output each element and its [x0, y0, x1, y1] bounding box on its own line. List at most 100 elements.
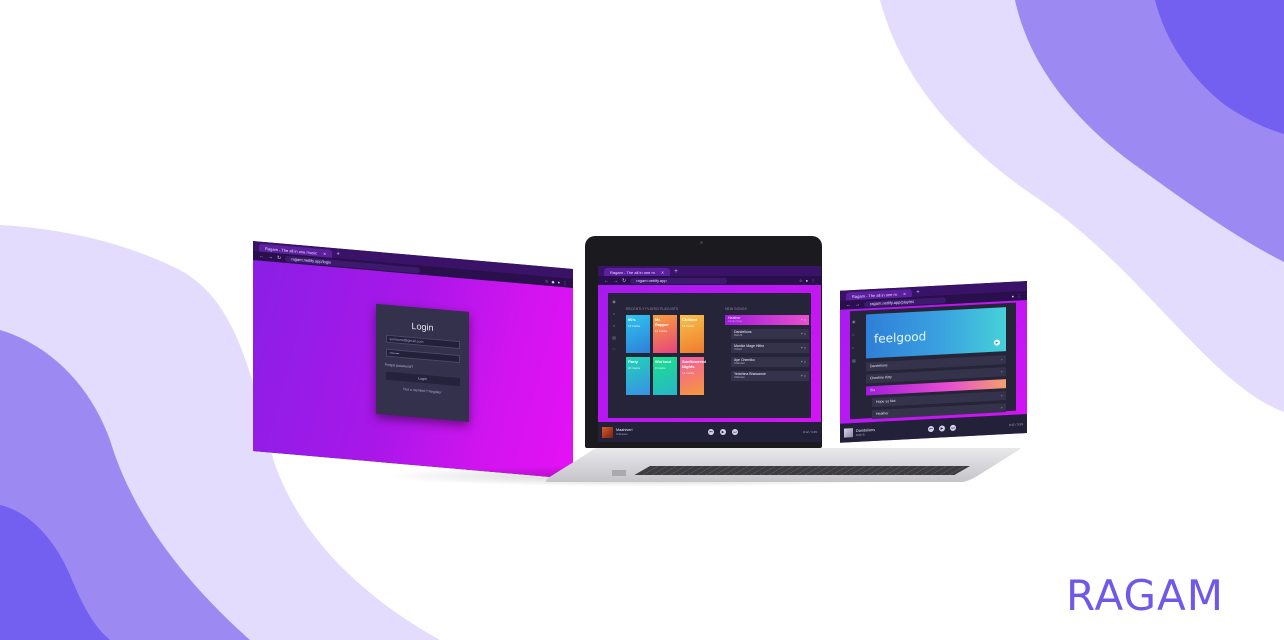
- home-icon[interactable]: ⌂: [852, 332, 856, 337]
- close-icon[interactable]: ✕: [903, 291, 906, 296]
- play-icon[interactable]: ▶: [939, 424, 945, 432]
- browser-tab-title: Ragam - The all in one m: [610, 269, 655, 275]
- laptop-port: [612, 470, 626, 476]
- library-icon[interactable]: ▤: [852, 358, 856, 363]
- close-icon[interactable]: ✕: [661, 270, 664, 275]
- song-title: Heather: [876, 411, 889, 416]
- close-icon[interactable]: ✕: [323, 251, 326, 256]
- playlist-tile[interactable]: Sunflowered Nights 14 tracks: [680, 357, 706, 395]
- profile-icon[interactable]: ●: [1012, 294, 1014, 299]
- profile-icon[interactable]: ●: [558, 280, 560, 285]
- playlist-page: ◉ ⌂ ⌕ ▤ feelgood ▶ Dandelions ⌄ Cheshire K…: [840, 300, 1027, 443]
- profile-icon[interactable]: ●: [806, 278, 808, 283]
- song-row[interactable]: Heather Conan Gray + ○: [725, 315, 809, 325]
- showcase-scene: Ragam - The all in one music ✕ + ← → ↻ r…: [0, 0, 1284, 640]
- search-icon[interactable]: ⌕: [852, 345, 856, 350]
- now-playing-artist: Ruth B.: [856, 431, 866, 437]
- url-field[interactable]: ragam.netlify.app: [630, 277, 727, 284]
- player-bar: Maahiveri Unknown ⏮ ▶ ⏭ 0:12 / 3:45: [598, 422, 821, 442]
- register-link[interactable]: Not a member? Register: [376, 385, 469, 397]
- browser-tab[interactable]: Ragam - The all in one m ✕: [604, 268, 671, 276]
- back-icon[interactable]: ←: [846, 302, 851, 308]
- camera-icon: [700, 241, 703, 244]
- player-controls: ⏮ ▶ ⏭: [928, 424, 956, 432]
- password-field[interactable]: ••••••••: [385, 348, 460, 364]
- chevron-down-icon[interactable]: ⌄: [1000, 391, 1003, 400]
- song-artist: Unknown: [734, 362, 745, 365]
- logo-icon: ◉: [612, 299, 616, 304]
- forward-icon[interactable]: →: [268, 254, 273, 260]
- reload-icon[interactable]: ↻: [277, 255, 281, 261]
- star-icon[interactable]: ☆: [545, 279, 549, 284]
- play-icon[interactable]: ▶: [720, 429, 726, 435]
- add-icon[interactable]: + ○: [801, 346, 806, 350]
- song-row[interactable]: Aye Chemiko Unknown + ○: [731, 357, 809, 367]
- playlist-tile-name: Mr. Rapper: [655, 317, 669, 327]
- playlist-tile-count: 18 tracks: [682, 324, 695, 328]
- home-icon[interactable]: ⌂: [613, 311, 615, 316]
- forward-icon[interactable]: →: [613, 278, 618, 284]
- menu-icon[interactable]: ⋮: [563, 280, 567, 285]
- login-page: Login someone@gmail.com •••••••• Forgot …: [253, 260, 573, 479]
- puzzle-icon[interactable]: ◆: [552, 279, 555, 284]
- heart-icon[interactable]: ♡: [612, 347, 616, 352]
- next-icon[interactable]: ⏭: [732, 429, 738, 435]
- song-row[interactable]: Manike Mage Hithe Yohani + ○: [731, 343, 809, 353]
- next-icon[interactable]: ⏭: [950, 424, 956, 431]
- playlist-songs: Dandelions ⌄ Cheshire Kitty ⌄ Sia ⌄ Hope so No…: [866, 355, 1006, 420]
- new-tab-icon[interactable]: +: [336, 250, 340, 258]
- playlist-tile[interactable]: Workout 9 tracks: [653, 357, 677, 395]
- back-icon[interactable]: ←: [259, 253, 264, 259]
- menu-icon[interactable]: ⋮: [811, 278, 815, 283]
- album-art: [602, 426, 613, 438]
- library-icon[interactable]: ▤: [612, 335, 616, 340]
- new-tab-icon[interactable]: +: [916, 289, 920, 297]
- song-artist: Ruth B.: [734, 334, 743, 337]
- playlist-tile[interactable]: 90's 15 tracks: [626, 315, 650, 353]
- email-field[interactable]: someone@gmail.com: [385, 334, 460, 350]
- chevron-down-icon[interactable]: ⌄: [1000, 379, 1003, 388]
- chevron-down-icon[interactable]: ⌄: [1000, 403, 1003, 412]
- playlist-tile-count: 12 tracks: [655, 329, 668, 333]
- player-controls: ⏮ ▶ ⏭: [708, 429, 738, 435]
- album-art: [844, 428, 853, 438]
- add-icon[interactable]: + ○: [801, 318, 806, 322]
- playlist-tile-name: Chillout: [682, 317, 697, 322]
- menu-icon[interactable]: ⋮: [1017, 293, 1021, 298]
- chevron-down-icon[interactable]: ⌄: [1000, 355, 1003, 364]
- song-title: Sia: [870, 387, 876, 393]
- login-title: Login: [411, 320, 434, 333]
- playlist-tile[interactable]: Party 20 tracks: [626, 357, 650, 395]
- app-sidebar: ◉ ⌂ ⌕ ▤: [852, 319, 856, 363]
- login-card: Login someone@gmail.com •••••••• Forgot …: [376, 303, 469, 422]
- extension-icons: ☆ ◆ ● ⋮: [545, 279, 567, 286]
- playlist-tile-count: 20 tracks: [628, 366, 641, 370]
- song-artist: Yohani: [734, 348, 742, 351]
- add-icon[interactable]: + ○: [801, 360, 806, 364]
- browser-tab-title: Ragam - The all in one m: [852, 291, 897, 299]
- star-icon[interactable]: ☆: [799, 278, 803, 283]
- back-icon[interactable]: ←: [604, 278, 609, 284]
- forward-icon[interactable]: →: [855, 301, 860, 307]
- login-browser-window: Ragam - The all in one music ✕ + ← → ↻ r…: [253, 241, 573, 479]
- playlist-tile[interactable]: Chillout 18 tracks: [680, 315, 704, 353]
- now-playing: Maahiveri Unknown: [616, 428, 632, 436]
- player-time: 0:42 / 3:53: [1008, 421, 1023, 427]
- previous-icon[interactable]: ⏮: [708, 429, 714, 435]
- login-button[interactable]: Login: [385, 371, 460, 387]
- home-page: ◉ ⌂ ⌕ ▤ ♡ RECENTLY PLAYED PLAYLISTS NEW …: [598, 285, 821, 442]
- reload-icon[interactable]: ↻: [622, 278, 626, 284]
- new-tab-icon[interactable]: +: [674, 268, 678, 276]
- laptop-base: [541, 448, 1022, 482]
- add-icon[interactable]: + ○: [801, 374, 806, 378]
- previous-icon[interactable]: ⏮: [928, 425, 934, 432]
- playlist-tile[interactable]: Mr. Rapper 12 tracks: [653, 315, 677, 353]
- add-icon[interactable]: + ○: [801, 332, 806, 336]
- song-row[interactable]: Yedchina Bhawanne Unknown + ○: [731, 371, 809, 381]
- song-title: Cheshire Kitty: [870, 375, 892, 381]
- play-icon[interactable]: ▶: [994, 339, 1000, 346]
- chevron-down-icon[interactable]: ⌄: [1000, 367, 1003, 376]
- song-row[interactable]: Dandelions Ruth B. + ○: [731, 329, 809, 339]
- search-icon[interactable]: ⌕: [613, 323, 615, 328]
- song-artist: Unknown: [734, 376, 745, 379]
